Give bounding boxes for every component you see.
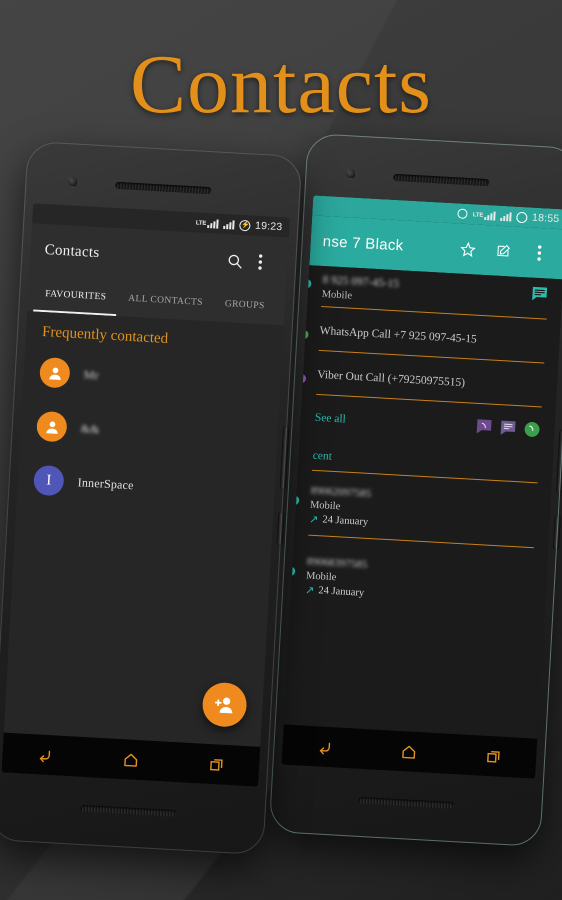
circle-icon [457, 208, 469, 220]
outgoing-call-icon: ↗ [304, 584, 315, 598]
edit-icon[interactable] [490, 237, 517, 264]
status-clock: 19:23 [254, 219, 283, 234]
contact-name: && [80, 420, 101, 436]
recents-icon[interactable] [476, 742, 511, 770]
star-icon[interactable] [454, 235, 481, 262]
contact-detail-list[interactable]: 8 925 097-45-15 Mobile WhatsApp Call +7 … [283, 265, 562, 739]
avatar: I [33, 464, 65, 497]
home-icon[interactable] [113, 746, 148, 774]
add-contact-fab[interactable] [201, 681, 248, 728]
outgoing-call-icon: ↗ [308, 513, 319, 527]
contact-name: InnerSpace [77, 474, 135, 492]
recents-icon[interactable] [199, 750, 234, 778]
recent-call-date: 24 January [318, 585, 365, 599]
app-icon-group [475, 418, 541, 439]
battery-circle-icon [515, 211, 528, 223]
see-all-link[interactable]: See all [315, 411, 347, 425]
avatar [36, 410, 68, 443]
page-title: Contacts [130, 38, 432, 131]
viber-icon[interactable] [475, 418, 493, 436]
whatsapp-call-label: WhatsApp Call +7 925 097-45-15 [319, 324, 478, 346]
back-arrow-icon[interactable] [28, 741, 63, 769]
signal-bars-icon-2 [222, 219, 235, 230]
avatar [39, 356, 71, 389]
status-clock: 18:55 [531, 211, 560, 226]
home-icon[interactable] [392, 738, 427, 766]
search-icon[interactable] [221, 247, 248, 274]
overflow-menu-icon[interactable] [247, 248, 274, 275]
signal-bars-icon: LTE [196, 218, 219, 229]
viber-call-label: Viber Out Call (+79250975515) [316, 368, 466, 390]
tab-groups[interactable]: GROUPS [213, 286, 277, 325]
message-icon[interactable] [531, 285, 549, 303]
back-arrow-icon[interactable] [307, 733, 342, 761]
app-title: Contacts [44, 241, 100, 261]
contact-title: nse 7 Black [322, 232, 404, 254]
phone-device-right: LTE 18:55 nse 7 Black 8 925 097-45-15 Mo… [268, 132, 562, 848]
signal-bars-icon: LTE [473, 210, 496, 221]
tab-all-contacts[interactable]: ALL CONTACTS [116, 280, 215, 321]
recent-call-date: 24 January [322, 514, 369, 528]
screen-left: LTE 19:23 Contacts [1, 203, 290, 787]
overflow-menu-icon[interactable] [526, 239, 553, 266]
phone-device-left: LTE 19:23 Contacts [0, 140, 303, 856]
message-icon[interactable] [499, 419, 517, 437]
screen-right: LTE 18:55 nse 7 Black 8 925 097-45-15 Mo… [281, 195, 562, 779]
recent-call-row[interactable]: 89068397585 Mobile ↗ 24 January [286, 541, 548, 616]
whatsapp-icon[interactable] [523, 420, 541, 438]
contact-name: Mr [83, 366, 100, 382]
battery-charging-icon [238, 219, 251, 231]
signal-bars-icon-2 [499, 211, 512, 221]
contact-list[interactable]: Frequently contacted Mr && I InnerSpace [3, 311, 284, 747]
